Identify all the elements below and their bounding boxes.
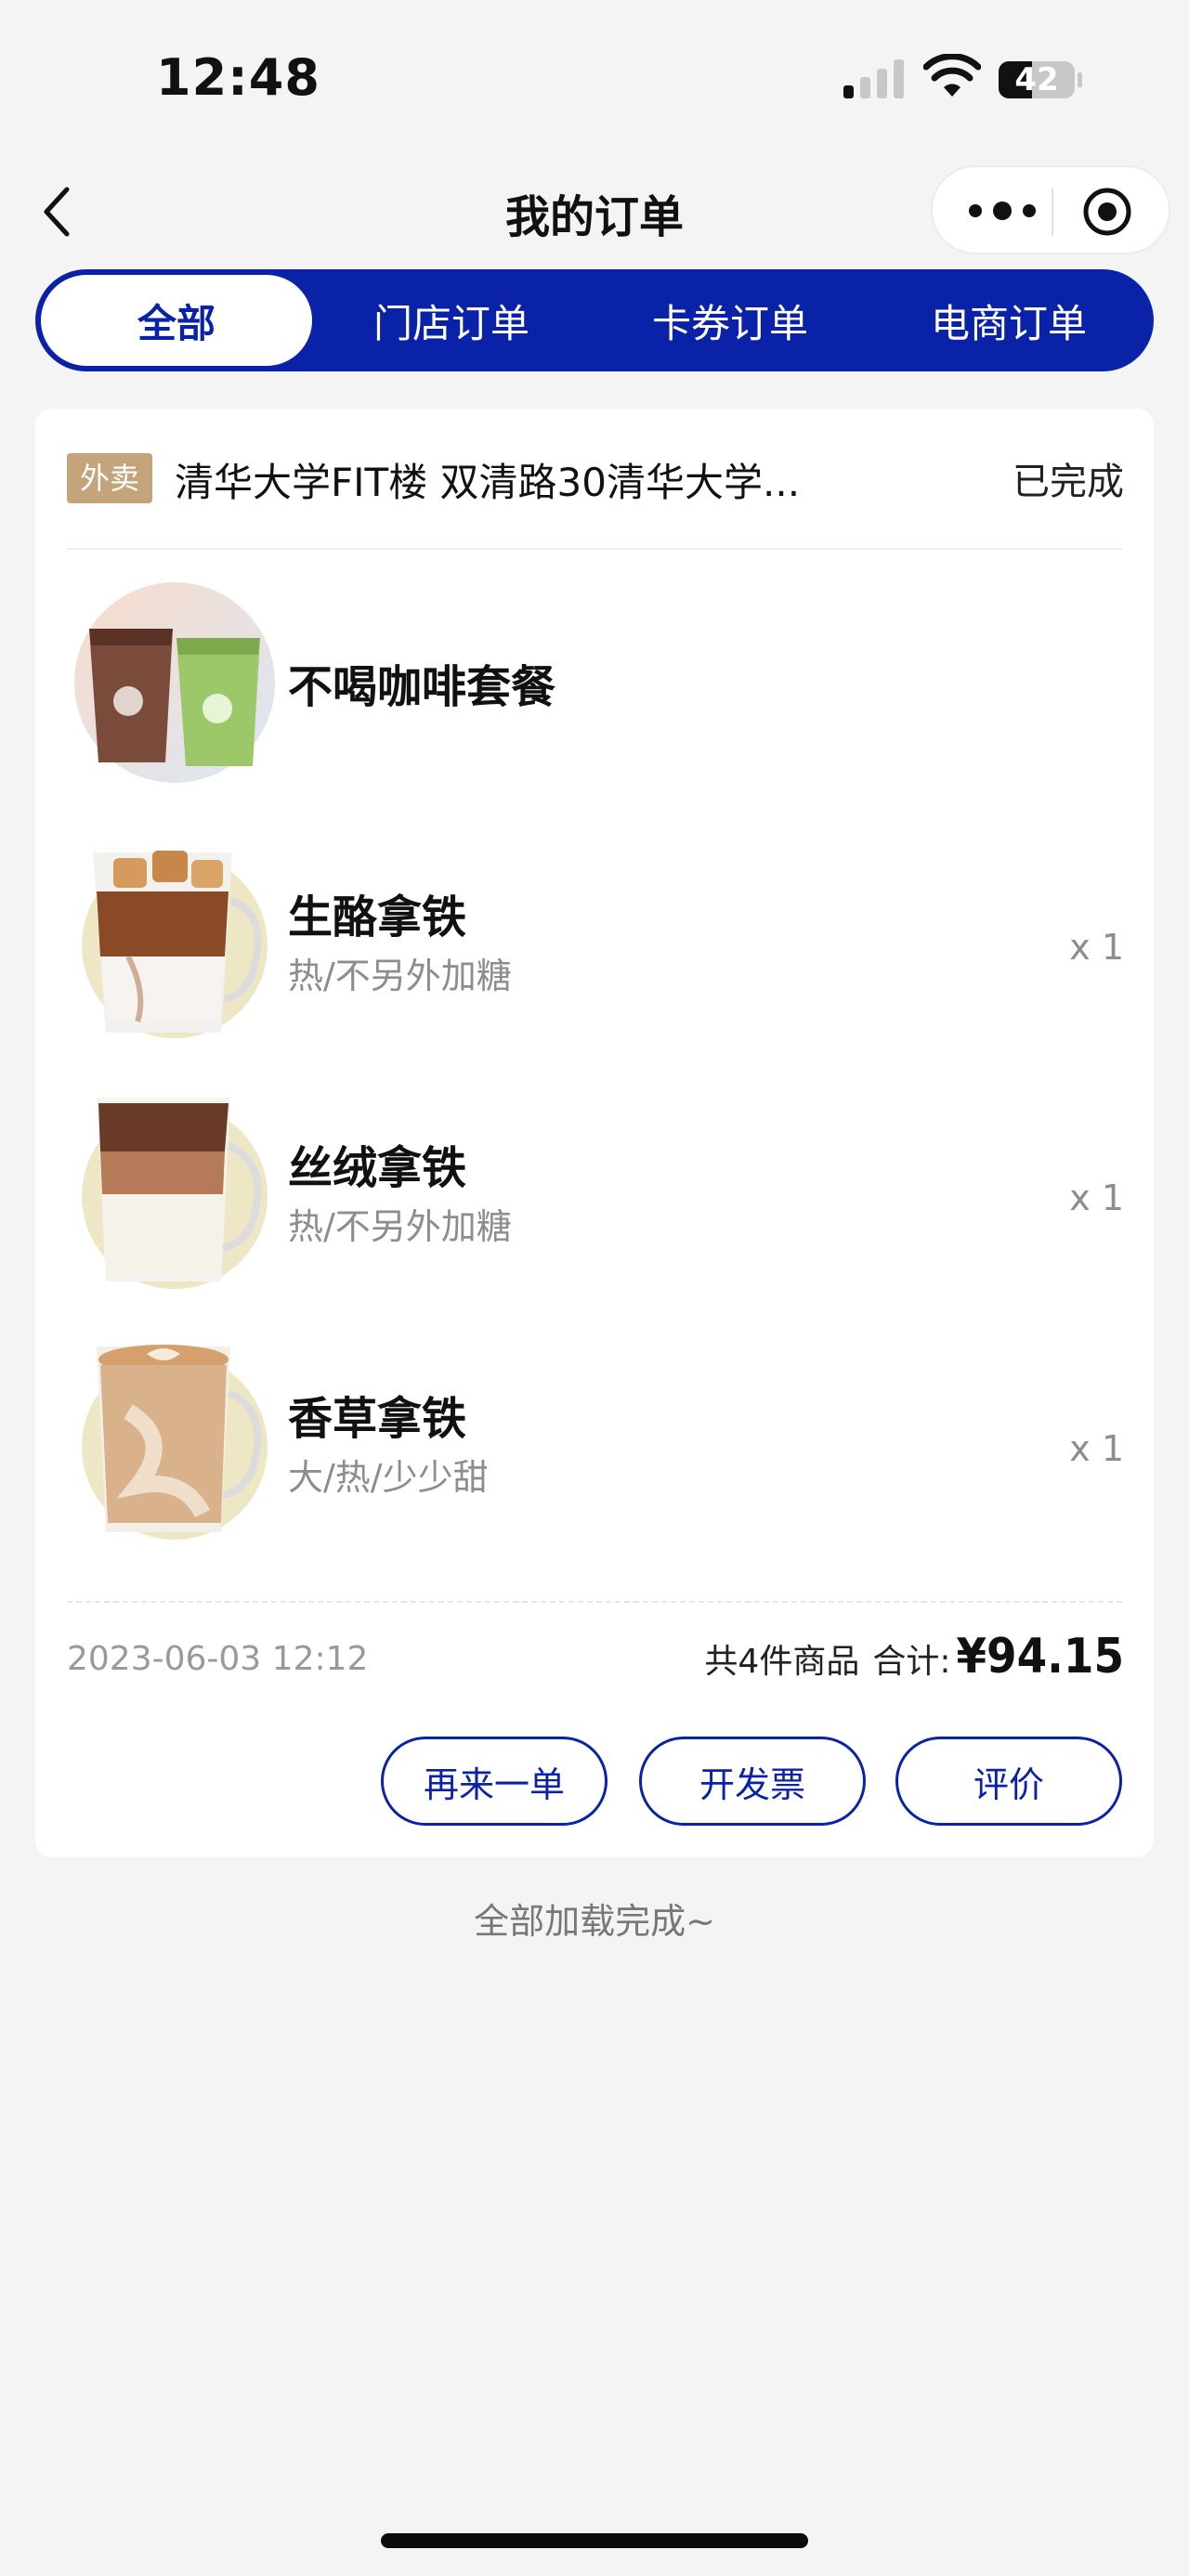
mini-program-capsule bbox=[931, 165, 1170, 254]
tab-ecommerce-orders[interactable]: 电商订单 bbox=[869, 275, 1148, 366]
order-item: 丝绒拿铁 热/不另外加糖 x 1 bbox=[35, 1086, 1154, 1309]
tab-store-orders[interactable]: 门店订单 bbox=[312, 275, 591, 366]
item-quantity: x 1 bbox=[1069, 927, 1124, 968]
order-header: 外卖 清华大学FIT楼 双清路30清华大学... 已完成 bbox=[35, 409, 1154, 548]
total-price: ¥94.15 bbox=[956, 1629, 1124, 1685]
dashed-divider bbox=[67, 1601, 1122, 1603]
battery-level: 42 bbox=[1014, 61, 1059, 98]
order-summary: 共4件商品 合计: ¥94.15 bbox=[704, 1629, 1124, 1685]
delivery-tag: 外卖 bbox=[67, 453, 153, 503]
item-count: 共4件商品 bbox=[704, 1643, 860, 1681]
velvet-latte-image bbox=[82, 1098, 268, 1289]
item-name: 生酪拿铁 bbox=[288, 891, 467, 943]
cellular-signal-icon bbox=[843, 59, 904, 98]
order-item: 生酪拿铁 热/不另外加糖 x 1 bbox=[35, 836, 1154, 1059]
order-time: 2023-06-03 12:12 bbox=[67, 1640, 369, 1678]
total-label: 合计: bbox=[872, 1643, 951, 1681]
close-miniprogram-icon[interactable] bbox=[1081, 186, 1133, 238]
item-quantity: x 1 bbox=[1069, 1177, 1124, 1218]
capsule-divider bbox=[1052, 188, 1053, 236]
iced-latte-image bbox=[82, 851, 268, 1038]
item-spec: 热/不另外加糖 bbox=[288, 956, 512, 996]
order-card[interactable]: 外卖 清华大学FIT楼 双清路30清华大学... 已完成 不喝咖啡套餐 生酪拿铁… bbox=[35, 409, 1154, 1857]
status-time: 12:48 bbox=[156, 48, 320, 107]
item-name: 不喝咖啡套餐 bbox=[288, 661, 556, 713]
item-quantity: x 1 bbox=[1069, 1428, 1124, 1469]
order-tabs: 全部 门店订单 卡券订单 电商订单 bbox=[35, 269, 1154, 371]
nav-bar: 我的订单 bbox=[0, 158, 1189, 262]
invoice-button[interactable]: 开发票 bbox=[639, 1737, 866, 1826]
header-divider bbox=[67, 548, 1122, 550]
item-name: 香草拿铁 bbox=[288, 1393, 467, 1445]
load-complete-text: 全部加载完成~ bbox=[474, 1901, 715, 1942]
home-indicator[interactable] bbox=[381, 2533, 808, 2548]
tab-all[interactable]: 全部 bbox=[41, 275, 312, 366]
review-button[interactable]: 评价 bbox=[895, 1737, 1122, 1826]
order-item: 不喝咖啡套餐 bbox=[35, 580, 1154, 803]
reorder-button[interactable]: 再来一单 bbox=[381, 1737, 608, 1826]
tab-voucher-orders[interactable]: 卡券订单 bbox=[591, 275, 869, 366]
order-item: 香草拿铁 大/热/少少甜 x 1 bbox=[35, 1337, 1154, 1560]
order-status: 已完成 bbox=[1013, 461, 1124, 503]
vanilla-latte-image bbox=[82, 1345, 268, 1540]
item-spec: 热/不另外加糖 bbox=[288, 1206, 512, 1247]
combo-drinks-image bbox=[74, 582, 275, 783]
more-dots-icon[interactable] bbox=[960, 188, 1044, 234]
delivery-address: 清华大学FIT楼 双清路30清华大学... bbox=[175, 460, 801, 505]
item-spec: 大/热/少少甜 bbox=[288, 1457, 489, 1498]
wifi-icon bbox=[923, 54, 981, 97]
status-bar: 12:48 42 bbox=[0, 0, 1189, 158]
item-name: 丝绒拿铁 bbox=[288, 1142, 467, 1194]
